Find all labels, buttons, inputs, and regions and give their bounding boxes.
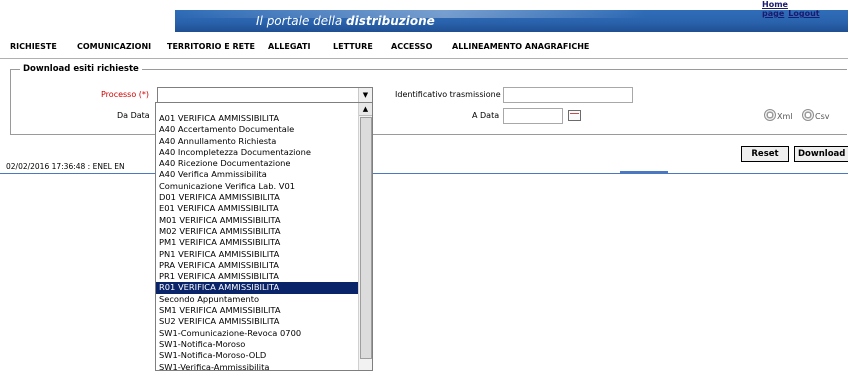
nav-territorio-e-rete[interactable]: TERRITORIO E RETE: [167, 42, 255, 51]
status-divider: [0, 173, 848, 174]
nav-allegati[interactable]: ALLEGATI: [268, 42, 310, 51]
home-page-link[interactable]: Home page: [762, 0, 788, 18]
a-data-input[interactable]: [503, 108, 563, 124]
top-links: Home page Logout: [762, 0, 848, 18]
dropdown-option[interactable]: D01 VERIFICA AMMISSIBILITA: [156, 192, 358, 203]
dropdown-option[interactable]: SW1-Verifica-Ammissibilita: [156, 362, 358, 370]
da-data-label: Da Data: [117, 111, 150, 120]
chevron-down-icon[interactable]: ▼: [358, 88, 372, 102]
dropdown-option[interactable]: A40 Incompletezza Documentazione: [156, 147, 358, 158]
dropdown-option[interactable]: A40 Verifica Ammissibilita: [156, 169, 358, 180]
portal-title-prefix: Il portale della: [256, 14, 347, 28]
dropdown-option[interactable]: A40 Accertamento Documentale: [156, 124, 358, 135]
processo-label: Processo (*): [101, 90, 150, 99]
dropdown-option[interactable]: A40 Ricezione Documentazione: [156, 158, 358, 169]
dropdown-option[interactable]: SM1 VERIFICA AMMISSIBILITA: [156, 305, 358, 316]
processo-select[interactable]: ▼: [157, 87, 373, 103]
main-nav: RICHIESTE COMUNICAZIONI TERRITORIO E RET…: [0, 38, 848, 58]
nav-divider: [0, 58, 848, 59]
status-text: 02/02/2016 17:36:48 : ENEL EN: [6, 162, 125, 171]
calendar-icon[interactable]: [568, 110, 581, 121]
portal-title: Il portale della distribuzione: [256, 14, 435, 28]
dropdown-option[interactable]: PM1 VERIFICA AMMISSIBILITA: [156, 237, 358, 248]
reset-button[interactable]: Reset: [741, 146, 789, 162]
dropdown-option[interactable]: A01 VERIFICA AMMISSIBILITA: [156, 113, 358, 124]
chevron-up-icon[interactable]: ▲: [359, 103, 372, 116]
dropdown-options: A01 VERIFICA AMMISSIBILITA A40 Accertamen…: [156, 113, 358, 370]
dropdown-option[interactable]: E01 VERIFICA AMMISSIBILITA: [156, 203, 358, 214]
dropdown-option[interactable]: PN1 VERIFICA AMMISSIBILITA: [156, 249, 358, 260]
portal-title-bold: distribuzione: [346, 14, 435, 28]
csv-label: Csv: [815, 112, 830, 121]
dropdown-option[interactable]: PR1 VERIFICA AMMISSIBILITA: [156, 271, 358, 282]
nav-allineamento-anagrafiche[interactable]: ALLINEAMENTO ANAGRAFICHE: [452, 42, 589, 51]
dropdown-option[interactable]: SW1-Notifica-Moroso-OLD: [156, 350, 358, 361]
identificativo-label: Identificativo trasmissione: [395, 90, 501, 99]
dropdown-option[interactable]: A40 Annullamento Richiesta: [156, 136, 358, 147]
dropdown-option[interactable]: M02 VERIFICA AMMISSIBILITA: [156, 226, 358, 237]
processo-dropdown-list[interactable]: A01 VERIFICA AMMISSIBILITA A40 Accertamen…: [155, 102, 373, 371]
a-data-label: A Data: [472, 111, 500, 120]
nav-accesso[interactable]: ACCESSO: [391, 42, 432, 51]
download-fieldset: [10, 69, 847, 135]
xml-label: Xml: [777, 112, 793, 121]
dropdown-option[interactable]: R01 VERIFICA AMMISSIBILITA: [156, 282, 358, 294]
dropdown-option[interactable]: Secondo Appuntamento: [156, 294, 358, 305]
dropdown-scrollbar[interactable]: ▲: [358, 103, 372, 370]
scroll-thumb[interactable]: [360, 117, 372, 359]
download-button[interactable]: Download: [794, 146, 848, 162]
nav-letture[interactable]: LETTURE: [333, 42, 373, 51]
dropdown-option[interactable]: SW1-Notifica-Moroso: [156, 339, 358, 350]
logout-link[interactable]: Logout: [788, 9, 819, 18]
nav-comunicazioni[interactable]: COMUNICAZIONI: [77, 42, 151, 51]
csv-radio[interactable]: [802, 109, 814, 121]
nav-richieste[interactable]: RICHIESTE: [10, 42, 57, 51]
dropdown-option[interactable]: M01 VERIFICA AMMISSIBILITA: [156, 215, 358, 226]
dropdown-option[interactable]: SW1-Comunicazione-Revoca 0700: [156, 328, 358, 339]
dropdown-option[interactable]: PRA VERIFICA AMMISSIBILITA: [156, 260, 358, 271]
xml-radio[interactable]: [764, 109, 776, 121]
identificativo-input[interactable]: [503, 87, 633, 103]
header: Il portale della distribuzione Home page…: [0, 0, 848, 34]
dropdown-option[interactable]: Comunicazione Verifica Lab. V01: [156, 181, 358, 192]
fieldset-legend: Download esiti richieste: [20, 64, 142, 74]
dropdown-option[interactable]: SU2 VERIFICA AMMISSIBILITA: [156, 316, 358, 327]
status-accent: [620, 171, 668, 173]
